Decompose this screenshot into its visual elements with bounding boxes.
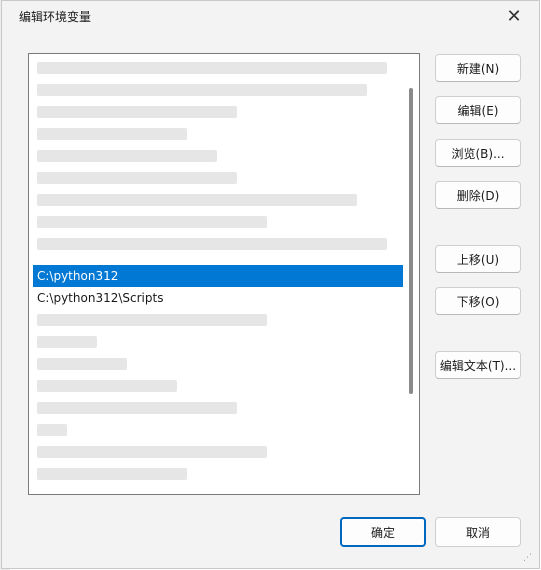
blurred-list-item[interactable] [37, 380, 177, 392]
browse-button[interactable]: 浏览(B)... [435, 139, 521, 167]
dialog-title: 编辑环境变量 [19, 10, 92, 24]
resize-grip-icon[interactable]: ⋰ [523, 552, 535, 564]
blurred-list-item[interactable] [37, 216, 267, 228]
edit-button[interactable]: 编辑(E) [435, 96, 521, 124]
list-item-selected[interactable]: C:\python312 [33, 265, 403, 287]
delete-button[interactable]: 删除(D) [435, 181, 521, 209]
blurred-list-item[interactable] [37, 194, 357, 206]
blurred-list-item[interactable] [37, 106, 237, 118]
blurred-list-item[interactable] [37, 468, 187, 480]
blurred-list-item[interactable] [37, 150, 217, 162]
ok-button[interactable]: 确定 [340, 517, 426, 547]
blurred-list-item[interactable] [37, 172, 237, 184]
path-list[interactable]: C:\python312 C:\python312\Scripts [28, 53, 420, 495]
blurred-list-item[interactable] [37, 314, 267, 326]
blurred-list-item[interactable] [37, 84, 367, 96]
blurred-list-item[interactable] [37, 336, 97, 348]
blurred-list-item[interactable] [37, 358, 127, 370]
blurred-list-item[interactable] [37, 128, 187, 140]
list-item[interactable]: C:\python312\Scripts [33, 287, 403, 309]
close-icon: ✕ [506, 5, 522, 27]
move-down-button[interactable]: 下移(O) [435, 287, 521, 315]
new-button[interactable]: 新建(N) [435, 54, 521, 82]
blurred-list-item[interactable] [37, 402, 237, 414]
blurred-list-item[interactable] [37, 62, 387, 74]
edit-environment-variable-dialog: 编辑环境变量 ✕ C:\python312 C:\python312\Scrip… [1, 0, 540, 569]
vertical-scrollbar[interactable] [409, 88, 413, 394]
blurred-list-item[interactable] [37, 238, 387, 250]
edit-text-button[interactable]: 编辑文本(T)... [435, 351, 521, 379]
blurred-list-item[interactable] [37, 424, 67, 436]
move-up-button[interactable]: 上移(U) [435, 245, 521, 273]
cancel-button[interactable]: 取消 [435, 517, 521, 547]
blurred-list-item[interactable] [37, 446, 267, 458]
close-button[interactable]: ✕ [497, 2, 531, 30]
